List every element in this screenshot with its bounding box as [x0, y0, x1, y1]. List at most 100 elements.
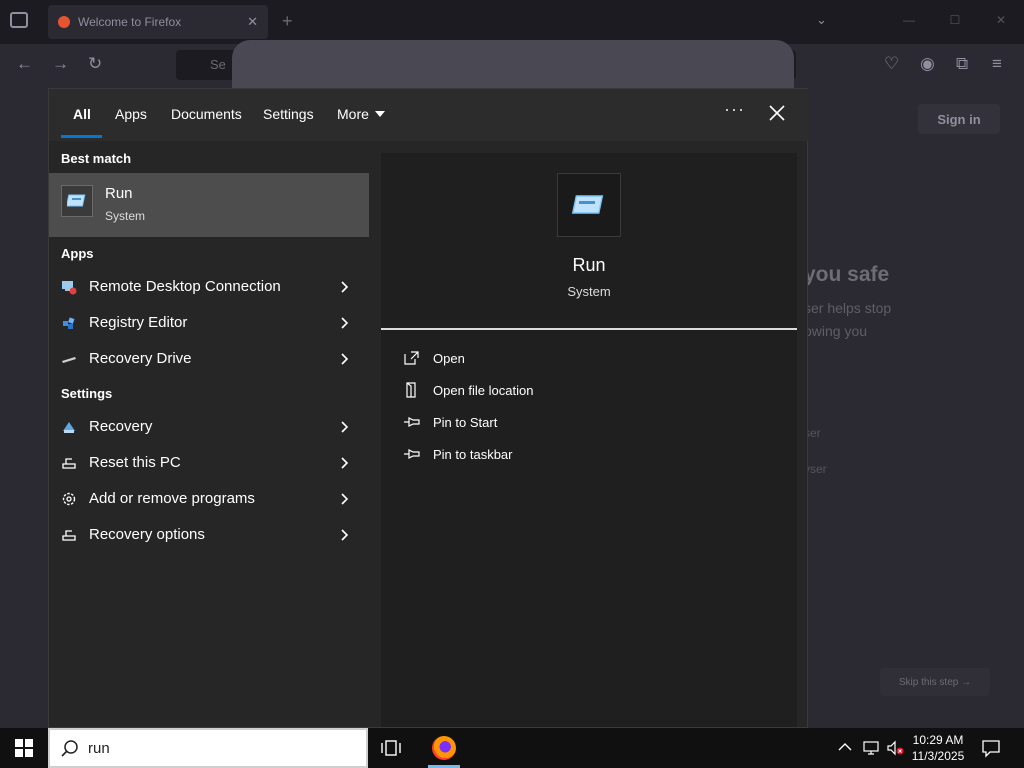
result-registry-editor[interactable]: Registry Editor [49, 305, 369, 341]
close-tab-icon[interactable]: ✕ [247, 14, 258, 30]
sign-in-button[interactable]: Sign in [918, 104, 1000, 134]
result-recovery-drive[interactable]: Recovery Drive [49, 341, 369, 377]
tab-apps[interactable]: Apps [115, 106, 147, 122]
result-label: Remote Desktop Connection [89, 278, 281, 295]
clock-time: 10:29 AM [912, 733, 964, 747]
clock-date: 11/3/2025 [911, 749, 965, 763]
account-icon[interactable]: ◉ [920, 54, 935, 74]
more-options-icon[interactable]: ··· [724, 99, 745, 120]
result-recovery[interactable]: Recovery [49, 409, 369, 445]
action-label: Pin to taskbar [433, 447, 513, 462]
maximize-icon[interactable]: ☐ [932, 0, 978, 40]
browser-tab-bar: Welcome to Firefox ✕ + ⌄ — ☐ ✕ [0, 0, 1024, 44]
windows-logo-icon [15, 739, 33, 757]
caret-down-icon [374, 111, 385, 117]
close-window-icon[interactable]: ✕ [978, 0, 1024, 40]
action-open-file-location[interactable]: Open file location [403, 379, 703, 403]
gear-icon [62, 492, 76, 506]
reload-icon[interactable]: ↻ [88, 54, 102, 74]
pin-icon [404, 417, 420, 427]
result-label: Add or remove programs [89, 490, 255, 507]
tab-more-label: More [337, 106, 369, 122]
url-placeholder: Se [210, 57, 226, 72]
settings-heading: Settings [61, 386, 113, 401]
result-label: Reset this PC [89, 454, 181, 471]
result-add-remove-programs[interactable]: Add or remove programs [49, 481, 369, 517]
chevron-right-icon[interactable] [339, 457, 349, 469]
tab-list-icon[interactable] [10, 12, 28, 28]
best-match-subtitle: System [105, 209, 146, 223]
recovery-drive-icon [62, 357, 76, 363]
detail-subtitle: System [567, 284, 611, 299]
chevron-right-icon[interactable] [339, 317, 349, 329]
menu-icon[interactable]: ≡ [992, 54, 1002, 74]
search-flyout: All Apps Documents Settings More ··· Bes… [48, 88, 809, 728]
network-icon[interactable] [862, 740, 880, 756]
best-match-run[interactable]: Run System [49, 173, 369, 237]
search-icon [61, 740, 78, 757]
action-pin-to-start[interactable]: Pin to Start [403, 411, 703, 435]
pocket-icon[interactable]: ♡ [884, 54, 899, 74]
registry-editor-icon [63, 317, 75, 329]
result-label: Recovery [89, 418, 153, 435]
apps-heading: Apps [61, 246, 94, 261]
browser-tab[interactable]: Welcome to Firefox ✕ [48, 5, 268, 39]
action-label: Open [433, 351, 465, 366]
task-view-icon[interactable] [380, 738, 402, 758]
window-controls: — ☐ ✕ [886, 0, 1024, 40]
tab-all[interactable]: All [73, 106, 91, 122]
tab-documents[interactable]: Documents [171, 106, 242, 122]
recovery-options-icon [62, 530, 76, 541]
chevron-right-icon[interactable] [339, 281, 349, 293]
result-label: Recovery options [89, 526, 205, 543]
skip-step-button[interactable]: Skip this step → [880, 668, 990, 696]
taskbar: run 10:29 AM 11/3/2025 [0, 728, 1024, 768]
chevron-up-icon[interactable] [838, 742, 852, 752]
action-label: Pin to Start [433, 415, 498, 430]
result-detail-pane: Run System Open Open file location Pin t… [381, 153, 797, 727]
action-label: Open file location [433, 383, 534, 398]
volume-muted-icon[interactable] [886, 740, 904, 756]
run-icon [557, 173, 621, 237]
pin-icon [404, 449, 420, 459]
remote-desktop-icon [62, 281, 77, 295]
result-label: Registry Editor [89, 314, 188, 331]
welcome-heading: you safe [804, 263, 890, 286]
active-tab-indicator [61, 135, 102, 138]
search-query: run [88, 740, 110, 757]
tab-settings[interactable]: Settings [263, 106, 314, 122]
chevron-right-icon[interactable] [339, 421, 349, 433]
new-tab-icon[interactable]: + [282, 11, 293, 32]
result-reset-pc[interactable]: Reset this PC [49, 445, 369, 481]
action-pin-to-taskbar[interactable]: Pin to taskbar [403, 443, 703, 467]
open-icon [404, 351, 419, 365]
minimize-icon[interactable]: — [886, 0, 932, 40]
start-button[interactable] [0, 728, 48, 768]
welcome-subtext-1: ser helps stop [804, 300, 892, 316]
chevron-right-icon[interactable] [339, 493, 349, 505]
detail-title: Run [572, 255, 606, 275]
clock[interactable]: 10:29 AM 11/3/2025 [906, 732, 970, 764]
recovery-icon [63, 422, 75, 433]
run-icon [61, 185, 93, 217]
tab-title: Welcome to Firefox [78, 15, 182, 29]
result-recovery-options[interactable]: Recovery options [49, 517, 369, 553]
notification-icon[interactable] [980, 738, 1002, 758]
close-icon[interactable] [765, 101, 789, 125]
file-location-icon [406, 382, 416, 398]
result-remote-desktop[interactable]: Remote Desktop Connection [49, 269, 369, 305]
back-icon[interactable]: ← [16, 54, 33, 74]
search-filter-bar: All Apps Documents Settings More ··· [49, 89, 809, 141]
chevron-down-icon[interactable]: ⌄ [816, 12, 827, 28]
action-open[interactable]: Open [403, 347, 703, 371]
forward-icon[interactable]: → [52, 54, 69, 74]
taskbar-search-input[interactable]: run [48, 728, 368, 768]
extensions-icon[interactable]: ⧉ [956, 54, 968, 74]
best-match-heading: Best match [61, 151, 132, 166]
tab-more[interactable]: More [337, 106, 385, 122]
chevron-right-icon[interactable] [339, 529, 349, 541]
detail-divider [381, 328, 797, 330]
chevron-right-icon[interactable] [339, 353, 349, 365]
firefox-taskbar-button[interactable] [424, 728, 464, 768]
firefox-icon [432, 736, 456, 760]
